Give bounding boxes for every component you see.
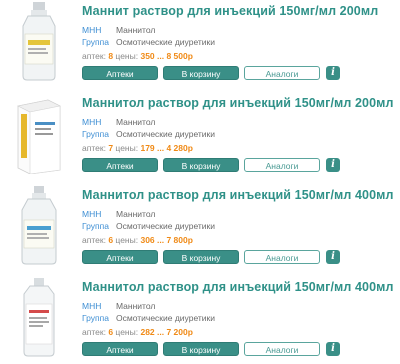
info-icon[interactable]: i xyxy=(326,66,340,80)
pharmacy-count: 6 xyxy=(108,327,114,337)
mnn-value[interactable]: Маннитол xyxy=(116,117,155,127)
product-card: Маннитол раствор для инъекций 150мг/мл 4… xyxy=(0,276,400,364)
pharmacies-label: аптек: xyxy=(82,143,106,153)
pharmacy-count: 6 xyxy=(108,235,114,245)
prices-label: цены: xyxy=(115,143,139,153)
pharmacy-count: 7 xyxy=(108,143,114,153)
glass-bottle-icon[interactable] xyxy=(8,0,70,82)
medicine-box-icon[interactable] xyxy=(8,92,70,174)
group-label: Группа xyxy=(82,37,109,47)
price-range: 179 ... 4 280р xyxy=(140,143,193,153)
pharmacies-button[interactable]: Аптеки xyxy=(82,250,158,264)
add-to-cart-button[interactable]: В корзину xyxy=(163,250,239,264)
product-card: Маннитол раствор для инъекций 150мг/мл 2… xyxy=(0,92,400,180)
group-value[interactable]: Осмотические диуретики xyxy=(116,313,215,323)
price-range: 350 ... 8 500р xyxy=(140,51,193,61)
add-to-cart-button[interactable]: В корзину xyxy=(163,342,239,356)
mnn-label: МНН xyxy=(82,301,102,311)
glass-bottle-icon[interactable] xyxy=(8,184,70,266)
mnn-row: МНН Маннитол xyxy=(82,117,155,127)
price-row: аптек: 8 цены: 350 ... 8 500р xyxy=(82,51,193,61)
price-range: 282 ... 7 200р xyxy=(140,327,193,337)
price-row: аптек: 6 цены: 306 ... 7 800р xyxy=(82,235,193,245)
mnn-value[interactable]: Маннитол xyxy=(116,301,155,311)
pharmacies-button[interactable]: Аптеки xyxy=(82,66,158,80)
product-title[interactable]: Маннитол раствор для инъекций 150мг/мл 4… xyxy=(82,280,400,294)
group-row: Группа Осмотические диуретики xyxy=(82,129,215,139)
price-range: 306 ... 7 800р xyxy=(140,235,193,245)
group-label: Группа xyxy=(82,313,109,323)
group-row: Группа Осмотические диуретики xyxy=(82,221,215,231)
add-to-cart-button[interactable]: В корзину xyxy=(163,66,239,80)
pharmacies-label: аптек: xyxy=(82,51,106,61)
prices-label: цены: xyxy=(115,235,139,245)
product-title[interactable]: Маннит раствор для инъекций 150мг/мл 200… xyxy=(82,4,400,18)
group-value[interactable]: Осмотические диуретики xyxy=(116,129,215,139)
analogs-button[interactable]: Аналоги xyxy=(244,250,320,264)
pharmacies-label: аптек: xyxy=(82,235,106,245)
product-list: Маннит раствор для инъекций 150мг/мл 200… xyxy=(0,0,400,359)
mnn-label: МНН xyxy=(82,117,102,127)
mnn-row: МНН Маннитол xyxy=(82,301,155,311)
analogs-button[interactable]: Аналоги xyxy=(244,66,320,80)
product-card: Маннит раствор для инъекций 150мг/мл 200… xyxy=(0,0,400,88)
analogs-button[interactable]: Аналоги xyxy=(244,342,320,356)
mnn-label: МНН xyxy=(82,25,102,35)
mnn-row: МНН Маннитол xyxy=(82,209,155,219)
prices-label: цены: xyxy=(115,327,139,337)
product-title[interactable]: Маннитол раствор для инъекций 150мг/мл 4… xyxy=(82,188,400,202)
product-card: Маннитол раствор для инъекций 150мг/мл 4… xyxy=(0,184,400,272)
group-label: Группа xyxy=(82,129,109,139)
plastic-bottle-icon[interactable] xyxy=(8,276,70,358)
add-to-cart-button[interactable]: В корзину xyxy=(163,158,239,172)
product-title[interactable]: Маннитол раствор для инъекций 150мг/мл 2… xyxy=(82,96,400,110)
mnn-label: МНН xyxy=(82,209,102,219)
info-icon[interactable]: i xyxy=(326,158,340,172)
analogs-button[interactable]: Аналоги xyxy=(244,158,320,172)
pharmacies-label: аптек: xyxy=(82,327,106,337)
pharmacies-button[interactable]: Аптеки xyxy=(82,158,158,172)
group-row: Группа Осмотические диуретики xyxy=(82,37,215,47)
price-row: аптек: 7 цены: 179 ... 4 280р xyxy=(82,143,193,153)
prices-label: цены: xyxy=(115,51,139,61)
mnn-row: МНН Маннитол xyxy=(82,25,155,35)
price-row: аптек: 6 цены: 282 ... 7 200р xyxy=(82,327,193,337)
group-row: Группа Осмотические диуретики xyxy=(82,313,215,323)
mnn-value[interactable]: Маннитол xyxy=(116,25,155,35)
group-label: Группа xyxy=(82,221,109,231)
info-icon[interactable]: i xyxy=(326,342,340,356)
mnn-value[interactable]: Маннитол xyxy=(116,209,155,219)
group-value[interactable]: Осмотические диуретики xyxy=(116,221,215,231)
pharmacies-button[interactable]: Аптеки xyxy=(82,342,158,356)
pharmacy-count: 8 xyxy=(108,51,114,61)
group-value[interactable]: Осмотические диуретики xyxy=(116,37,215,47)
info-icon[interactable]: i xyxy=(326,250,340,264)
